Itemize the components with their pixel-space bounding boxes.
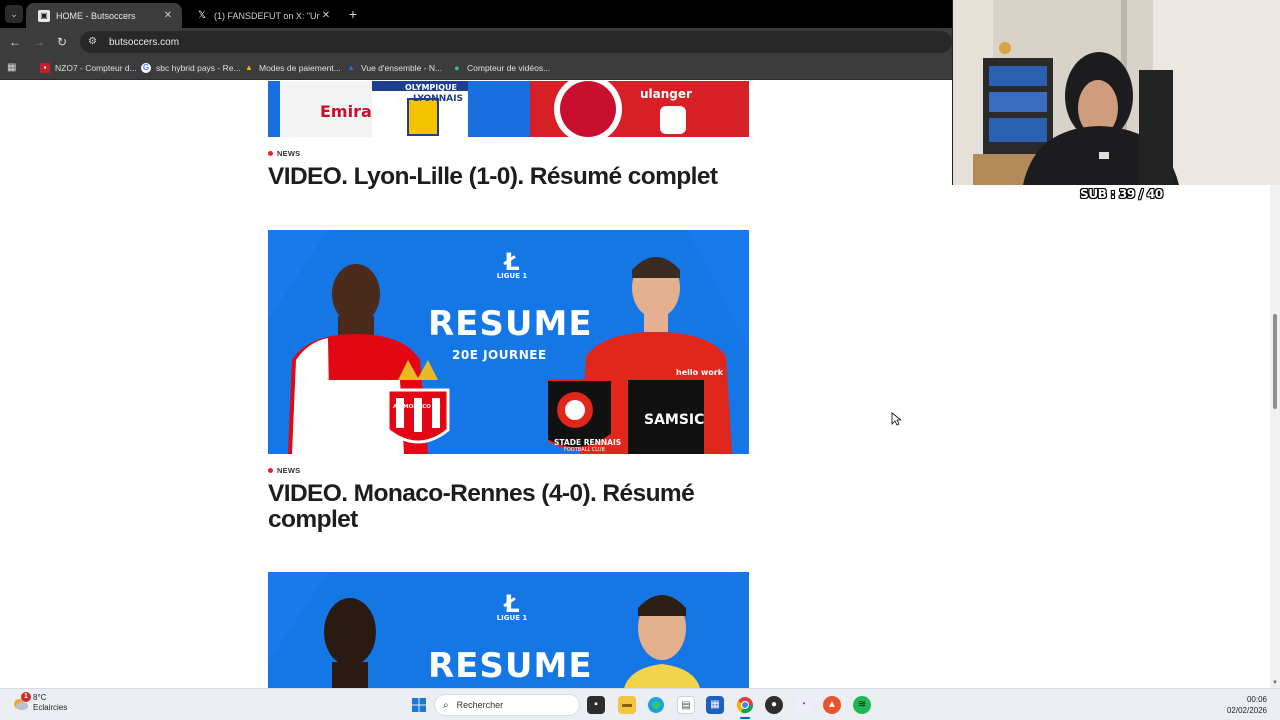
apps-grid-icon[interactable]: ▦	[7, 61, 20, 74]
store-icon[interactable]: ▦	[706, 696, 724, 714]
weather-icon: 1	[12, 692, 31, 711]
search-icon: ⌕	[443, 699, 449, 711]
new-tab-button[interactable]: +	[346, 5, 360, 23]
clock-date: 02/02/2026	[1226, 706, 1267, 715]
file-explorer-icon[interactable]: ▬	[618, 696, 636, 714]
scroll-down-arrow-icon[interactable]: ▼	[1272, 680, 1278, 686]
article-title-monaco-rennes[interactable]: VIDEO. Monaco-Rennes (4-0). Résumé compl…	[268, 481, 738, 533]
brave-icon[interactable]: ▲	[823, 696, 841, 714]
app-icon[interactable]: ◔	[794, 696, 812, 714]
article-thumbnail-lyon-lille[interactable]: OLYMPIQUE LYONNAIS Emira ulanger	[268, 81, 749, 137]
news-dot-icon	[268, 151, 273, 156]
nzo7-icon: ▪	[40, 63, 50, 73]
monaco-city-text: MONACO	[342, 436, 379, 445]
reload-button[interactable]: ↻	[53, 33, 71, 51]
webcam-feed-image	[953, 0, 1280, 185]
tab-label: HOME - Butsoccers	[56, 10, 136, 21]
bookmark-compteur-videos[interactable]: ● Compteur de vidéos...	[452, 60, 550, 76]
taskbar-search-input[interactable]: ⌕ Rechercher	[434, 694, 580, 716]
tab-label: (1) FANSDEFUT on X: "Un joueur	[214, 10, 320, 21]
webcam-overlay	[952, 0, 1280, 185]
search-placeholder: Rechercher	[456, 700, 504, 710]
x-logo-icon: 𝕏	[197, 9, 207, 21]
tag-label: NEWS	[277, 466, 301, 475]
windows-taskbar: 1 8°C Eclaircies ⌕ Rechercher ▪ ▬ ▤ ▦ ● …	[0, 688, 1280, 720]
drive-icon: ▲	[347, 63, 355, 72]
address-bar[interactable]: ⚙ butsoccers.com	[80, 31, 952, 53]
emirates-sponsor-text: Emira	[320, 102, 372, 121]
clock-time: 00:06	[1246, 695, 1267, 704]
article-tag[interactable]: NEWS	[268, 149, 300, 158]
rennes-badge-text: STADE RENNAIS	[554, 438, 622, 447]
article-thumbnail-monaco-rennes[interactable]: Ł LIGUE 1 RESUME 20E JOURNEE apm MONACO …	[268, 230, 749, 454]
article-title-lyon-lille[interactable]: VIDEO. Lyon-Lille (1-0). Résumé complet	[268, 164, 738, 190]
bookmark-label: Modes de paiement...	[259, 63, 341, 73]
monaco-badge-text: AS MONACO FC	[393, 404, 441, 410]
butsoccers-favicon-icon: ▣	[38, 9, 50, 22]
notepad-icon[interactable]: ▤	[677, 696, 695, 714]
tab-x-fansdefut[interactable]: 𝕏 (1) FANSDEFUT on X: "Un joueur ✕	[184, 3, 340, 28]
sub-counter-overlay: SUB : 39 / 40	[1080, 187, 1163, 201]
forward-button[interactable]: →	[30, 33, 48, 51]
article-thumbnail-next[interactable]: Ł LIGUE 1 RESUME	[268, 572, 749, 688]
drive-icon: ▲	[245, 63, 253, 72]
weather-temp: 8°C	[33, 693, 47, 702]
news-dot-icon	[268, 468, 273, 473]
lyon-club-text-2: LYONNAIS	[413, 94, 463, 104]
close-tab-icon[interactable]: ✕	[162, 10, 174, 21]
edge-icon[interactable]	[647, 696, 665, 714]
weather-widget[interactable]: 1 8°C Eclaircies	[12, 692, 67, 713]
article-tag[interactable]: NEWS	[268, 466, 300, 475]
rennes-sponsor-text: SAMSIC	[644, 412, 705, 428]
weather-text: 8°C Eclaircies	[33, 693, 67, 713]
tab-butsoccers[interactable]: ▣ HOME - Butsoccers ✕	[26, 3, 182, 28]
bookmark-label: sbc hybrid pays - Re...	[156, 63, 241, 73]
windows-start-icon[interactable]	[410, 696, 428, 714]
chrome-active-indicator	[740, 717, 750, 719]
bookmark-modes-paiement[interactable]: ▲ Modes de paiement...	[244, 60, 341, 76]
scroll-thumb[interactable]	[1273, 314, 1277, 409]
chrome-icon[interactable]	[736, 696, 754, 714]
bookmark-nzo7[interactable]: ▪ NZO7 - Compteur d...	[40, 60, 137, 76]
bookmark-vue-ensemble[interactable]: ▲ Vue d'ensemble - N...	[346, 60, 442, 76]
rennes-badge-sub-text: FOOTBALL CLUB	[564, 447, 605, 453]
boulanger-sponsor-text: ulanger	[640, 87, 692, 101]
round-label: 20E JOURNEE	[452, 348, 547, 362]
site-settings-icon[interactable]: ⚙	[88, 36, 100, 48]
tag-label: NEWS	[277, 149, 301, 158]
address-text: butsoccers.com	[109, 36, 180, 48]
lyon-club-text: OLYMPIQUE	[405, 83, 457, 92]
resume-headline: RESUME	[428, 646, 593, 686]
ligue1-label: LIGUE 1	[496, 272, 528, 280]
back-button[interactable]: ←	[6, 33, 24, 51]
bookmark-label: Compteur de vidéos...	[467, 63, 551, 73]
close-tab-icon[interactable]: ✕	[320, 10, 332, 21]
bookmark-label: Vue d'ensemble - N...	[361, 63, 443, 73]
rennes-shirt-sponsor-text: hello work	[676, 368, 724, 377]
obs-icon[interactable]: ●	[765, 696, 783, 714]
ligue1-label: LIGUE 1	[496, 614, 528, 622]
screen: ⌄ ▣ HOME - Butsoccers ✕ 𝕏 (1) FANSDEFUT …	[0, 0, 1280, 720]
mouse-cursor-icon	[891, 412, 901, 426]
monaco-sponsor-text: apm	[320, 402, 369, 426]
bookmark-label: NZO7 - Compteur d...	[55, 63, 137, 73]
task-view-icon[interactable]: ▪	[587, 696, 605, 714]
spotify-icon[interactable]: ≋	[853, 696, 871, 714]
weather-badge: 1	[21, 692, 31, 702]
dot-icon: ●	[454, 63, 460, 73]
tab-search-menu-button[interactable]: ⌄	[5, 5, 23, 23]
bookmark-sbc-hybrid[interactable]: G sbc hybrid pays - Re...	[141, 60, 241, 76]
weather-desc: Eclaircies	[33, 703, 68, 712]
lyon-lille-thumbnail-art: OLYMPIQUE LYONNAIS Emira ulanger	[268, 81, 749, 137]
google-icon: G	[141, 63, 151, 73]
system-clock[interactable]: 00:06 02/02/2026	[1227, 694, 1267, 716]
